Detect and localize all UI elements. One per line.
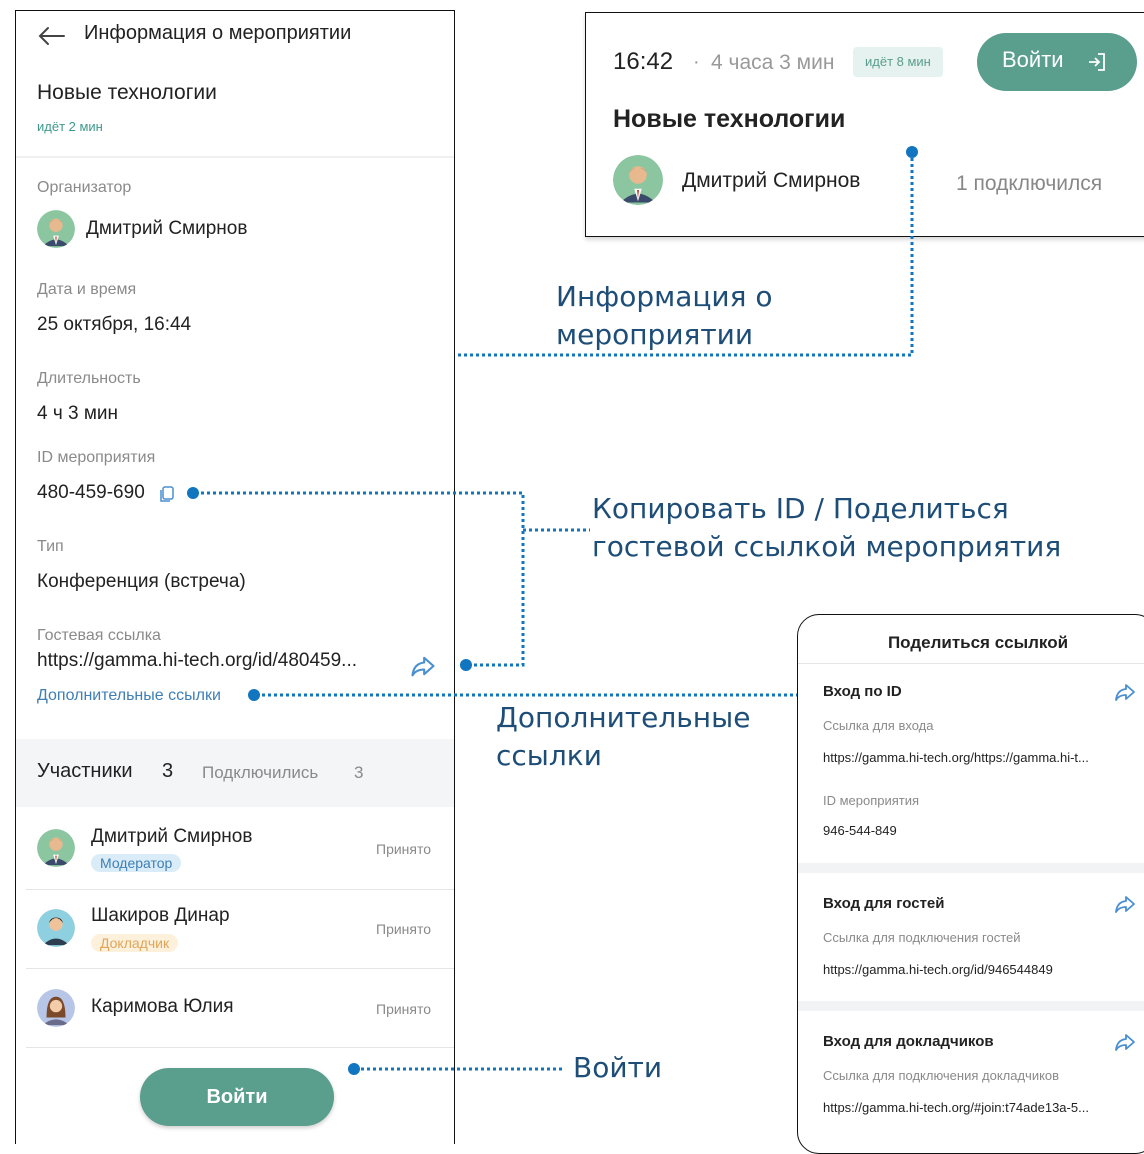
annotation-line: Информация о (556, 280, 773, 313)
annotation-more-links: Дополнительные ссылки (496, 699, 750, 775)
marker-dot (248, 689, 260, 701)
annotation-join: Войти (573, 1051, 663, 1084)
annotation-line: мероприятии (556, 318, 754, 351)
annotation-copy-share: Копировать ID / Поделиться гостевой ссыл… (592, 490, 1061, 566)
marker-dot (187, 487, 199, 499)
marker-dot (460, 659, 472, 671)
annotation-line: Копировать ID / Поделиться (592, 492, 1009, 525)
annotation-line: ссылки (496, 739, 602, 772)
annotation-event-info: Информация о мероприятии (556, 278, 773, 354)
marker-dot (348, 1063, 360, 1075)
connector-copy-share (195, 491, 525, 667)
marker-dot (906, 146, 918, 158)
annotation-connectors (195, 152, 914, 1071)
annotation-line: гостевой ссылкой мероприятия (592, 530, 1062, 563)
annotation-line: Дополнительные (496, 701, 751, 734)
